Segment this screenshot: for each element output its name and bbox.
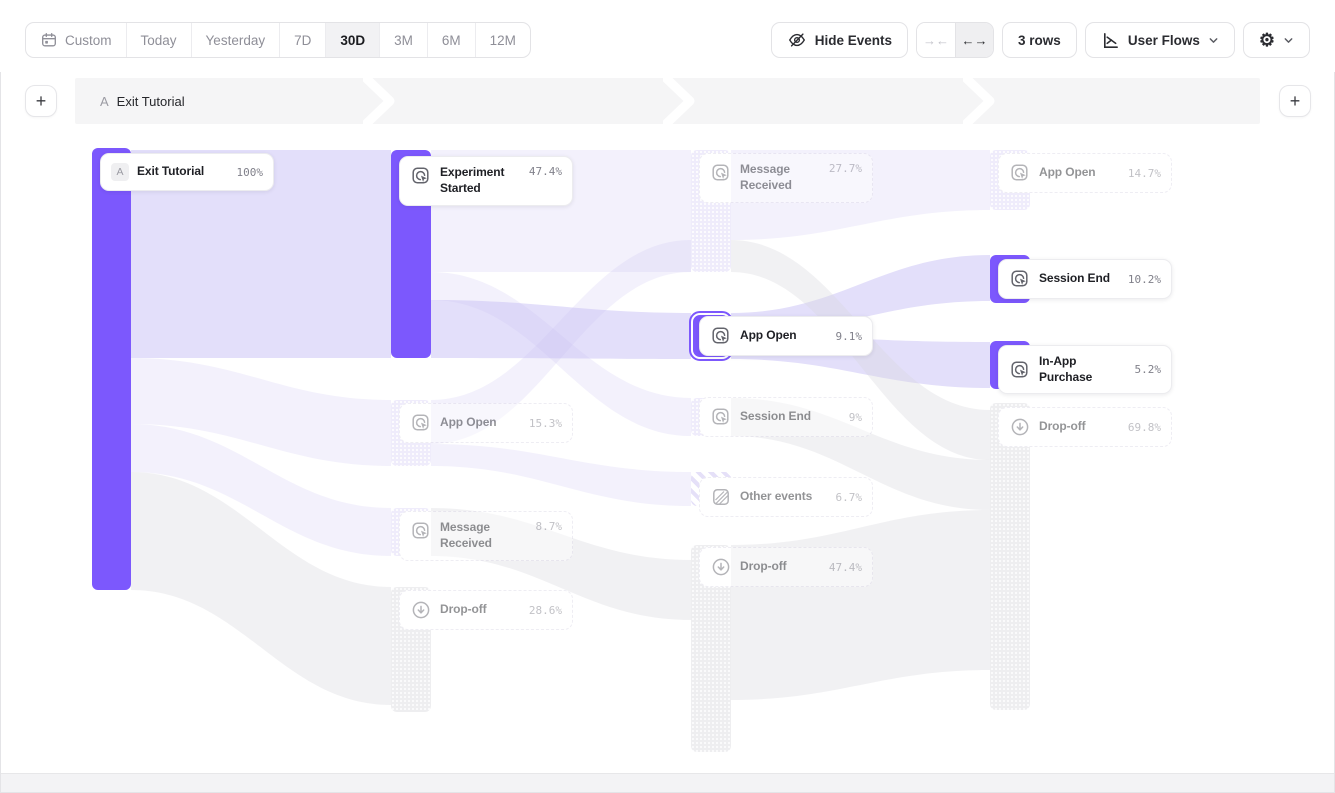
flow-node-card[interactable]: Message Received 8.7% (399, 511, 573, 561)
event-icon (710, 162, 732, 184)
date-range-group: Custom Today Yesterday 7D 30D 3M 6M 12M (25, 22, 531, 58)
flow-node-value: 14.7% (1128, 167, 1161, 180)
step-separator-chevron (363, 78, 399, 124)
flow-node-value: 47.4% (529, 165, 562, 178)
flow-node-label: Session End (740, 409, 841, 425)
step-separator-chevron (663, 78, 699, 124)
flow-steps-header[interactable]: A Exit Tutorial (75, 78, 1260, 124)
flow-node-card[interactable]: App Open 14.7% (998, 153, 1172, 193)
drop-off-icon (410, 599, 432, 621)
flow-node-label: Experiment Started (440, 165, 521, 196)
flow-node-label: Drop-off (740, 559, 821, 575)
flow-node-label: In-App Purchase (1039, 354, 1127, 385)
date-range-7d[interactable]: 7D (279, 23, 325, 57)
chevron-down-icon (1283, 35, 1294, 46)
flow-node-value: 28.6% (529, 604, 562, 617)
expand-columns-button[interactable]: ←→ (955, 23, 993, 57)
user-flows-app: Custom Today Yesterday 7D 30D 3M 6M 12M … (0, 0, 1335, 793)
flow-node-value: 6.7% (836, 491, 863, 504)
flow-node-label: Session End (1039, 271, 1120, 287)
drop-off-icon (710, 556, 732, 578)
eye-off-icon (787, 30, 807, 50)
steps-header-row: + A Exit Tutorial + (0, 78, 1335, 124)
step-separator-chevron (963, 78, 999, 124)
flow-node-value: 100% (237, 166, 264, 179)
event-icon (1009, 268, 1031, 290)
gear-icon: ⚙ (1259, 31, 1275, 49)
flow-node-card[interactable]: Experiment Started 47.4% (399, 156, 573, 206)
flow-node-label: Drop-off (1039, 419, 1120, 435)
step-letter: A (100, 94, 109, 109)
flow-c2-drop-off-to-c3-drop-off (731, 510, 990, 700)
other-events-icon (710, 486, 732, 508)
flow-node-label: Other events (740, 489, 828, 505)
flow-node-card[interactable]: Session End 9% (699, 397, 873, 437)
arrows-in-icon: →← (923, 33, 949, 48)
flow-node-value: 15.3% (529, 417, 562, 430)
flow-node-label: Message Received (740, 162, 821, 193)
flow-node-label: Exit Tutorial (137, 164, 229, 180)
flow-node-card[interactable]: App Open 9.1% (699, 316, 873, 356)
event-icon (1009, 359, 1031, 381)
flow-node-card[interactable]: In-App Purchase 5.2% (998, 345, 1172, 394)
rows-button[interactable]: 3 rows (1002, 22, 1077, 58)
date-range-today[interactable]: Today (126, 23, 191, 57)
toolbar-right: Hide Events →← ←→ 3 rows User Flows ⚙ (771, 22, 1310, 58)
flow-node-label: App Open (1039, 165, 1120, 181)
flow-node-card[interactable]: Drop-off 69.8% (998, 407, 1172, 447)
view-selector[interactable]: User Flows (1085, 22, 1235, 58)
flow-node-label: Drop-off (440, 602, 521, 618)
settings-menu-button[interactable]: ⚙ (1243, 22, 1310, 58)
date-range-12m[interactable]: 12M (475, 23, 530, 57)
horizontal-scrollbar-track[interactable] (1, 773, 1334, 792)
date-range-custom[interactable]: Custom (26, 23, 126, 57)
flow-node-value: 27.7% (829, 162, 862, 175)
event-icon (1009, 162, 1031, 184)
event-icon (710, 406, 732, 428)
flow-node-card[interactable]: App Open 15.3% (399, 403, 573, 443)
flow-node-label: App Open (740, 328, 828, 344)
add-step-right-button[interactable]: + (1279, 85, 1311, 117)
chevron-down-icon (1208, 35, 1219, 46)
hide-events-button[interactable]: Hide Events (771, 22, 908, 58)
date-range-3m[interactable]: 3M (379, 23, 427, 57)
flow-node-value: 9% (849, 411, 862, 424)
flow-node-card[interactable]: Drop-off 47.4% (699, 547, 873, 587)
flow-node-value: 47.4% (829, 561, 862, 574)
flow-node-value: 8.7% (536, 520, 563, 533)
date-range-30d[interactable]: 30D (325, 23, 379, 57)
top-toolbar: Custom Today Yesterday 7D 30D 3M 6M 12M … (0, 0, 1335, 72)
flow-node-bar[interactable] (990, 403, 1030, 710)
flow-node-card[interactable]: Session End 10.2% (998, 259, 1172, 299)
step-a-badge: A (111, 163, 129, 181)
event-icon (410, 165, 432, 187)
step-title: Exit Tutorial (117, 94, 185, 109)
flow-node-bar[interactable] (92, 148, 131, 590)
collapse-columns-button[interactable]: →← (917, 23, 955, 57)
flow-node-value: 5.2% (1135, 363, 1162, 376)
flow-node-value: 10.2% (1128, 273, 1161, 286)
flow-node-label: App Open (440, 415, 521, 431)
width-toggle-group: →← ←→ (916, 22, 994, 58)
add-step-left-button[interactable]: + (25, 85, 57, 117)
date-range-6m[interactable]: 6M (427, 23, 475, 57)
flow-node-value: 9.1% (836, 330, 863, 343)
flow-node-card[interactable]: A Exit Tutorial 100% (100, 153, 274, 191)
flow-c1-app-open-to-c2-other-events (431, 444, 691, 506)
flow-node-card[interactable]: Message Received 27.7% (699, 153, 873, 203)
date-range-label: Custom (65, 33, 112, 48)
date-range-yesterday[interactable]: Yesterday (191, 23, 280, 57)
step-a-header: A Exit Tutorial (100, 78, 185, 124)
flow-node-value: 69.8% (1128, 421, 1161, 434)
flow-node-label: Message Received (440, 520, 528, 551)
arrows-out-icon: ←→ (962, 33, 988, 48)
event-icon (410, 412, 432, 434)
flow-chart-icon (1101, 31, 1120, 50)
event-icon (410, 520, 432, 542)
event-icon (710, 325, 732, 347)
flow-node-card[interactable]: Other events 6.7% (699, 477, 873, 517)
calendar-icon (40, 31, 58, 49)
flow-node-card[interactable]: Drop-off 28.6% (399, 590, 573, 630)
drop-off-icon (1009, 416, 1031, 438)
